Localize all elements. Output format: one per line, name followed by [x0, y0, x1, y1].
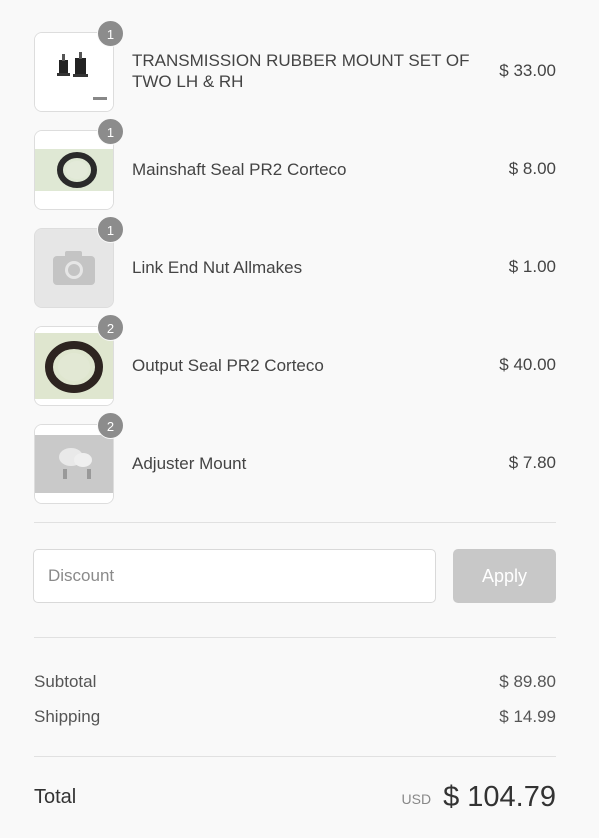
product-price: $ 33.00: [499, 61, 556, 80]
totals-section: Subtotal $ 89.80 Shipping $ 14.99: [34, 638, 556, 756]
product-name: Output Seal PR2 Corteco: [132, 355, 324, 375]
product-price: $ 7.80: [508, 453, 556, 472]
quantity-badge: 2: [97, 412, 124, 439]
seal-image: [35, 327, 113, 405]
subtotal-line: Subtotal $ 89.80: [34, 664, 556, 699]
quantity-badge: 1: [97, 20, 124, 47]
discount-section: Apply: [33, 523, 556, 637]
apply-discount-button[interactable]: Apply: [453, 549, 556, 603]
currency-code: USD: [401, 791, 432, 807]
rubber-mount-image: [35, 33, 113, 111]
product-price: $ 40.00: [499, 355, 556, 374]
quantity-badge: 1: [97, 118, 124, 145]
product-price: $ 1.00: [508, 257, 556, 276]
shipping-label: Shipping: [34, 706, 101, 726]
line-item: 1 Mainshaft Seal PR2 Corteco $ 8.00: [34, 118, 556, 218]
discount-input[interactable]: [33, 549, 436, 603]
total-amount: $ 104.79: [443, 780, 556, 813]
subtotal-label: Subtotal: [34, 671, 97, 691]
product-name: TRANSMISSION RUBBER MOUNT SET OF TWO LH …: [132, 51, 470, 91]
shipping-line: Shipping $ 14.99: [34, 699, 556, 734]
product-price: $ 8.00: [508, 159, 556, 178]
product-name: Mainshaft Seal PR2 Corteco: [132, 159, 347, 179]
adjuster-mount-image: [35, 425, 113, 503]
product-name: Link End Nut Allmakes: [132, 257, 303, 277]
quantity-badge: 1: [97, 216, 124, 243]
product-name: Adjuster Mount: [132, 453, 247, 473]
quantity-badge: 2: [97, 314, 124, 341]
line-item: 1 TRANSMISSION RUBBER MOUNT SET OF TWO L…: [34, 20, 556, 120]
total-line: Total USD $ 104.79: [34, 757, 556, 837]
total-label: Total: [34, 785, 77, 808]
subtotal-value: $ 89.80: [499, 671, 556, 691]
order-summary: 1 TRANSMISSION RUBBER MOUNT SET OF TWO L…: [33, 20, 556, 837]
total-amount-group: USD $ 104.79: [402, 781, 556, 814]
seal-image: [35, 131, 113, 209]
line-item: 2 Output Seal PR2 Corteco $ 40.00: [34, 314, 556, 414]
line-item: 2 Adjuster Mount $ 7.80: [34, 412, 556, 512]
shipping-value: $ 14.99: [499, 706, 556, 726]
camera-placeholder-icon: [35, 229, 113, 307]
line-item: 1 Link End Nut Allmakes $ 1.00: [34, 216, 556, 316]
